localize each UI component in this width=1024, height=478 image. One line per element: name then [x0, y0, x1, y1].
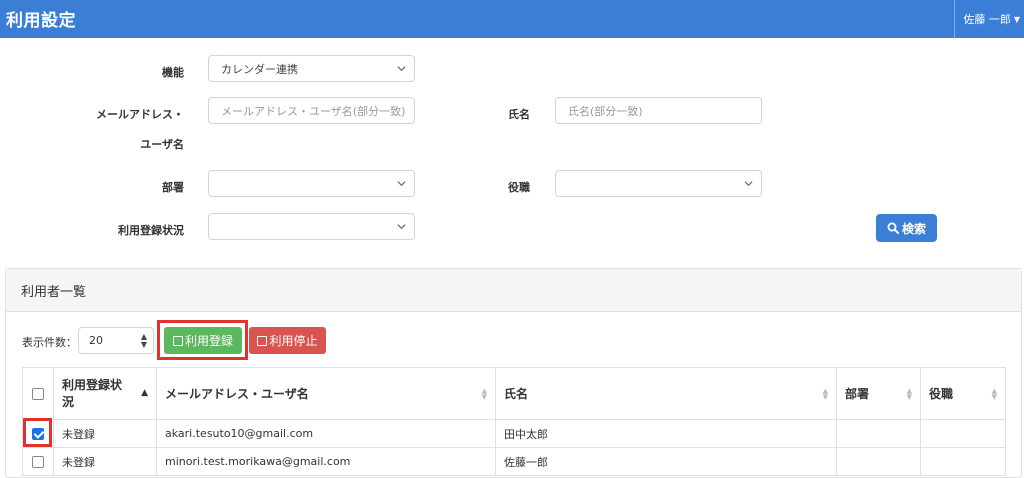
select-all-cell: [22, 367, 54, 420]
search-button[interactable]: 検索: [876, 214, 937, 242]
email-search-input[interactable]: メールアドレス・ユーザ名(部分一致): [208, 97, 415, 124]
search-icon: [887, 222, 899, 234]
page-title: 利用設定: [6, 11, 76, 31]
stop-button[interactable]: 利用停止: [249, 327, 326, 354]
column-header-name[interactable]: 氏名 ▲ ▼: [495, 367, 837, 420]
edit-icon: [257, 335, 268, 346]
email-label: メールアドレス・: [96, 108, 184, 121]
sort-icon: ▲ ▼: [822, 387, 828, 401]
email-cell: akari.tesuto10@gmail.com: [156, 419, 496, 448]
register-button[interactable]: 利用登録: [164, 327, 242, 354]
name-label: 氏名: [508, 108, 530, 121]
caret-down-icon: ▼: [1013, 14, 1020, 24]
panel-title: 利用者一覧: [6, 269, 1021, 312]
email-cell: minori.test.morikawa@gmail.com: [156, 447, 496, 476]
column-header-role[interactable]: 役職 ▲ ▼: [920, 367, 1006, 420]
status-cell: 未登録: [53, 419, 157, 448]
name-cell: 田中太郎: [495, 419, 837, 448]
row-select-cell: [22, 447, 54, 476]
column-header-label: 部署: [845, 387, 870, 401]
updown-icon: ▲ ▼: [140, 332, 147, 349]
email-label-line2: ユーザ名: [140, 138, 184, 151]
function-label: 機能: [162, 66, 184, 79]
column-header-status[interactable]: 利用登録状況 ▲: [53, 367, 157, 420]
table-row[interactable]: 未登録 akari.tesuto10@gmail.com 田中太郎: [22, 419, 1006, 448]
select-all-checkbox[interactable]: [32, 388, 44, 400]
column-header-label: 氏名: [504, 387, 529, 401]
name-cell: 佐藤一郎: [495, 447, 837, 476]
sort-icon: ▲ ▼: [991, 387, 997, 401]
table-header-row: 利用登録状況 ▲ メールアドレス・ユーザ名 ▲ ▼ 氏名 ▲ ▼ 部署 ▲ ▼ 役職 ▲ ▼: [22, 367, 1006, 420]
name-placeholder: 氏名(部分一致): [568, 104, 643, 118]
role-cell: [920, 419, 1006, 448]
sort-asc-icon: ▲: [141, 388, 148, 398]
edit-icon: [172, 335, 183, 346]
user-table: 利用登録状況 ▲ メールアドレス・ユーザ名 ▲ ▼ 氏名 ▲ ▼ 部署 ▲ ▼ 役職 ▲ ▼ 未登…: [22, 367, 1006, 476]
department-label: 部署: [162, 181, 184, 194]
role-select[interactable]: [555, 170, 762, 197]
checkbox-highlight-box: [23, 418, 52, 447]
chevron-down-icon: [744, 181, 753, 187]
status-cell: 未登録: [53, 447, 157, 476]
column-header-label: 役職: [929, 387, 954, 401]
sort-icon: ▲ ▼: [481, 387, 487, 401]
search-button-label: 検索: [901, 221, 926, 236]
user-menu[interactable]: 佐藤 一郎 ▼: [954, 0, 1020, 38]
column-header-label: メールアドレス・ユーザ名: [165, 387, 309, 401]
email-placeholder: メールアドレス・ユーザ名(部分一致): [221, 104, 406, 118]
chevron-down-icon: [397, 181, 406, 187]
name-search-input[interactable]: 氏名(部分一致): [555, 97, 762, 124]
role-label: 役職: [508, 181, 530, 194]
app-header: 利用設定 佐藤 一郎 ▼: [0, 0, 1024, 38]
status-label: 利用登録状況: [118, 224, 184, 237]
stop-button-label: 利用停止: [269, 334, 318, 348]
function-select[interactable]: カレンダー連携: [208, 55, 415, 82]
register-button-label: 利用登録: [184, 334, 233, 348]
row-checkbox[interactable]: [32, 456, 44, 468]
role-cell: [920, 447, 1006, 476]
sort-icon: ▲ ▼: [906, 387, 912, 401]
per-page-select[interactable]: 20 ▲ ▼: [78, 327, 154, 354]
table-row[interactable]: 未登録 minori.test.morikawa@gmail.com 佐藤一郎: [22, 447, 1006, 476]
per-page-label: 表示件数：: [22, 336, 77, 349]
column-header-email[interactable]: メールアドレス・ユーザ名 ▲ ▼: [156, 367, 496, 420]
department-cell: [836, 447, 921, 476]
department-select[interactable]: [208, 170, 415, 197]
column-header-label: 利用登録状況: [62, 377, 123, 409]
chevron-down-icon: [397, 66, 406, 72]
department-cell: [836, 419, 921, 448]
status-select[interactable]: [208, 213, 415, 240]
function-select-value: カレンダー連携: [221, 62, 298, 76]
per-page-value: 20: [89, 334, 103, 347]
column-header-department[interactable]: 部署 ▲ ▼: [836, 367, 921, 420]
chevron-down-icon: [397, 224, 406, 230]
user-name: 佐藤 一郎: [963, 13, 1011, 26]
